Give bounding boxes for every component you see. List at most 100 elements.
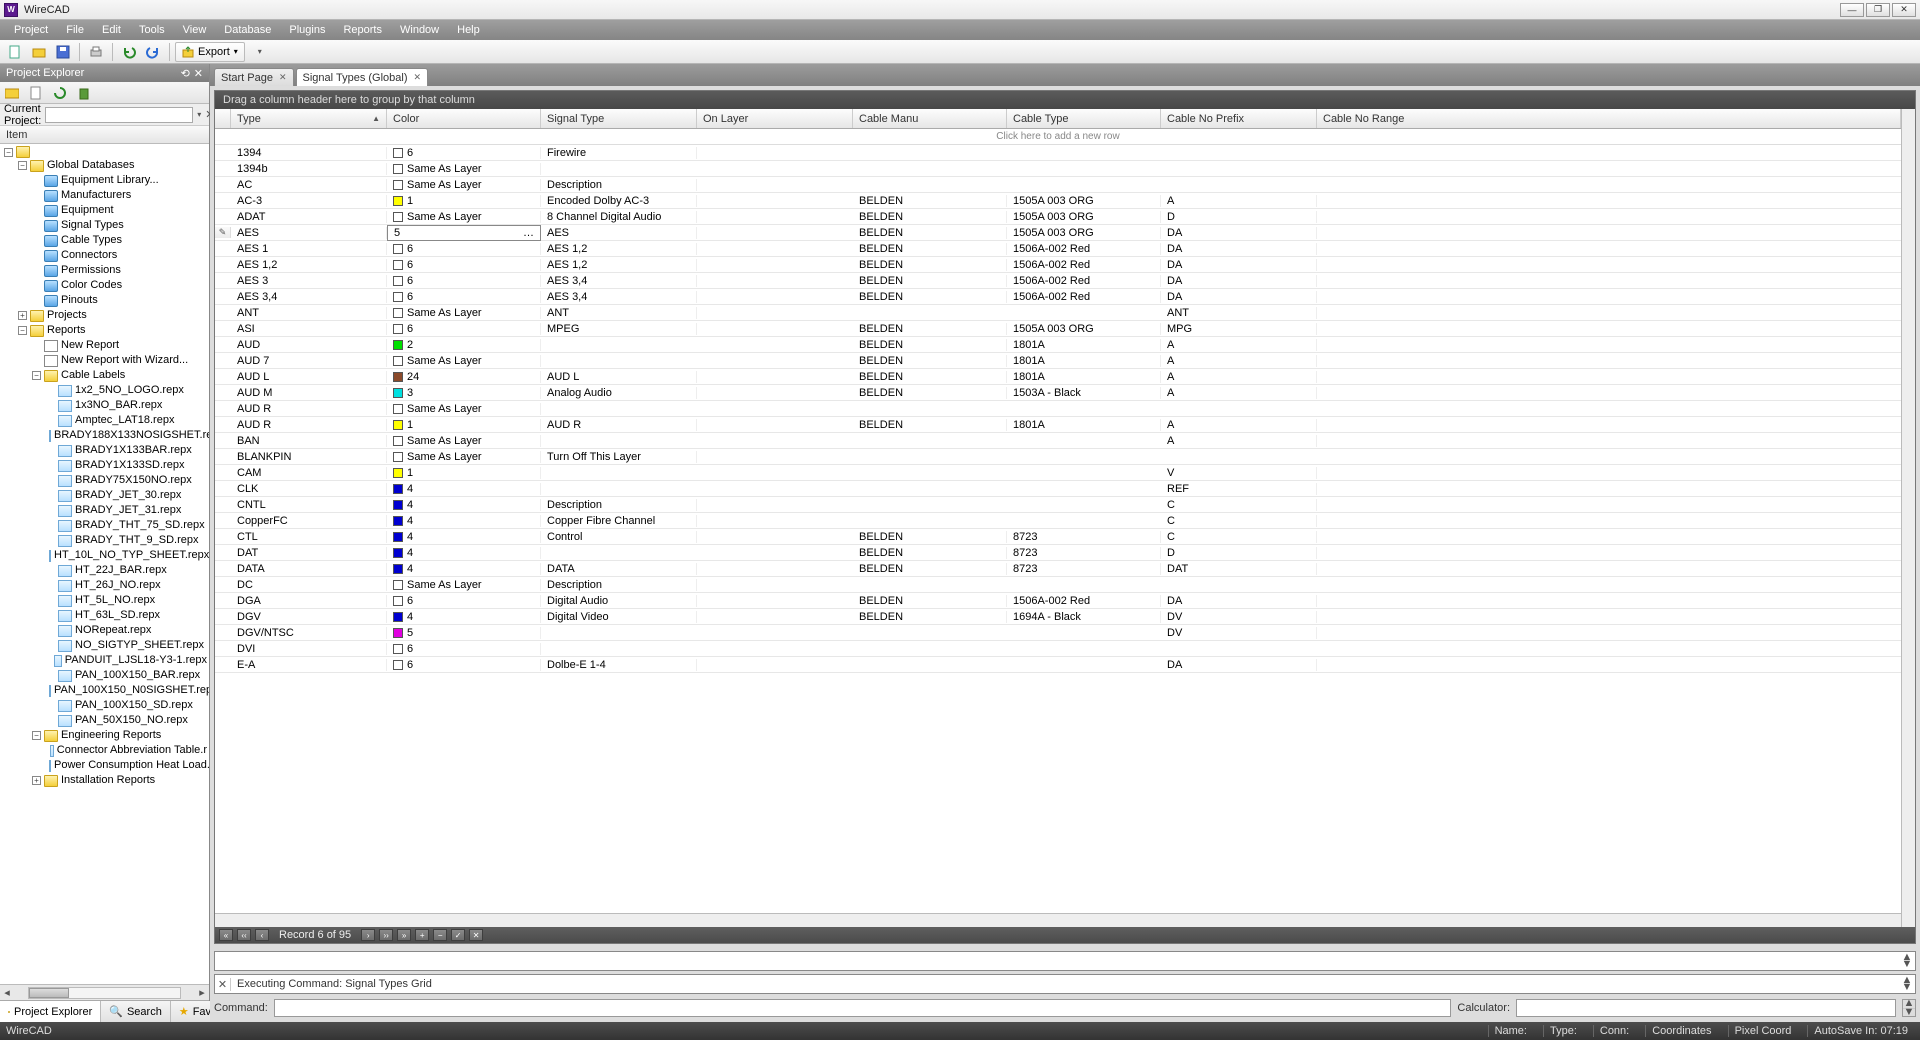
scroll-arrows-icon[interactable]: ▲▼ bbox=[1899, 977, 1915, 991]
tree-file-brady188x133nosigshet-repx[interactable]: BRADY188X133NOSIGSHET.repx bbox=[44, 428, 209, 443]
cell[interactable]: Description bbox=[541, 179, 697, 191]
cell[interactable]: D bbox=[1161, 547, 1317, 559]
cell[interactable]: CLK bbox=[231, 483, 387, 495]
cell[interactable]: DA bbox=[1161, 291, 1317, 303]
table-row[interactable]: 1394bSame As Layer bbox=[215, 161, 1901, 177]
cell[interactable]: AES 1,2 bbox=[541, 259, 697, 271]
cell[interactable]: AES 3,4 bbox=[541, 275, 697, 287]
cell[interactable]: BLANKPIN bbox=[231, 451, 387, 463]
redo-icon[interactable] bbox=[142, 42, 164, 62]
tree-installation-reports[interactable]: +Installation Reports bbox=[30, 773, 209, 788]
cell[interactable]: Control bbox=[541, 531, 697, 543]
tree-reports[interactable]: −Reports bbox=[16, 323, 209, 338]
col-header-type[interactable]: Type▲ bbox=[231, 109, 387, 128]
cell[interactable]: BELDEN bbox=[853, 563, 1007, 575]
table-row[interactable]: AC-31Encoded Dolby AC-3BELDEN1505A 003 O… bbox=[215, 193, 1901, 209]
grid-body[interactable]: 13946Firewire1394bSame As LayerACSame As… bbox=[215, 145, 1901, 913]
cell[interactable]: DGV bbox=[231, 611, 387, 623]
tree-file-ht-10l-no-typ-sheet-repx[interactable]: HT_10L_NO_TYP_SHEET.repx bbox=[44, 548, 209, 563]
scroll-arrows-icon[interactable]: ▲▼ bbox=[1899, 954, 1915, 968]
cell-color[interactable]: 4 bbox=[387, 499, 541, 511]
tree-file-1x2-5no-logo-repx[interactable]: 1x2_5NO_LOGO.repx bbox=[44, 383, 209, 398]
nav-prev-icon[interactable]: ‹ bbox=[255, 929, 269, 941]
cell[interactable]: A bbox=[1161, 387, 1317, 399]
print-icon[interactable] bbox=[85, 42, 107, 62]
cell[interactable]: AES 3,4 bbox=[541, 291, 697, 303]
cell[interactable]: V bbox=[1161, 467, 1317, 479]
cell[interactable]: AES bbox=[231, 227, 387, 239]
export-button[interactable]: Export ▾ bbox=[175, 42, 245, 62]
cell[interactable]: Digital Video bbox=[541, 611, 697, 623]
cell-color[interactable]: 5… bbox=[387, 225, 541, 241]
cell[interactable]: Digital Audio bbox=[541, 595, 697, 607]
cell[interactable]: AC-3 bbox=[231, 195, 387, 207]
tree-file-pan-100x150-bar-repx[interactable]: PAN_100X150_BAR.repx bbox=[44, 668, 209, 683]
nav-next-page-icon[interactable]: ›› bbox=[379, 929, 393, 941]
cell-color[interactable]: Same As Layer bbox=[387, 435, 541, 447]
tree-item-cable-types[interactable]: Cable Types bbox=[30, 233, 209, 248]
close-icon[interactable]: ✕ bbox=[279, 72, 287, 83]
cell[interactable]: DAT bbox=[231, 547, 387, 559]
cell[interactable]: AUD R bbox=[231, 403, 387, 415]
cell[interactable]: BELDEN bbox=[853, 611, 1007, 623]
cell-color[interactable]: 6 bbox=[387, 659, 541, 671]
cell[interactable]: Description bbox=[541, 579, 697, 591]
tree-item-pinouts[interactable]: Pinouts bbox=[30, 293, 209, 308]
tree-file-brady-tht-9-sd-repx[interactable]: BRADY_THT_9_SD.repx bbox=[44, 533, 209, 548]
tree-file-pan-100x150-sd-repx[interactable]: PAN_100X150_SD.repx bbox=[44, 698, 209, 713]
nav-first-icon[interactable]: « bbox=[219, 929, 233, 941]
cell[interactable]: AUD R bbox=[231, 419, 387, 431]
undo-icon[interactable] bbox=[118, 42, 140, 62]
cell[interactable]: DC bbox=[231, 579, 387, 591]
tree-global-databases[interactable]: −Global Databases bbox=[16, 158, 209, 173]
cell-color[interactable]: 6 bbox=[387, 323, 541, 335]
cell[interactable]: AES bbox=[541, 227, 697, 239]
cell[interactable]: A bbox=[1161, 195, 1317, 207]
cell-color[interactable]: 6 bbox=[387, 275, 541, 287]
cell-color[interactable]: Same As Layer bbox=[387, 355, 541, 367]
delete-icon[interactable] bbox=[76, 85, 92, 101]
cell[interactable]: AUD bbox=[231, 339, 387, 351]
cell[interactable]: Analog Audio bbox=[541, 387, 697, 399]
tree-file-brady-jet-30-repx[interactable]: BRADY_JET_30.repx bbox=[44, 488, 209, 503]
col-header-cable-no-prefix[interactable]: Cable No Prefix bbox=[1161, 109, 1317, 128]
cell[interactable]: C bbox=[1161, 531, 1317, 543]
table-row[interactable]: AES 1,26AES 1,2BELDEN1506A-002 RedDA bbox=[215, 257, 1901, 273]
table-row[interactable]: ASI6MPEGBELDEN1505A 003 ORGMPG bbox=[215, 321, 1901, 337]
cell-color[interactable]: 6 bbox=[387, 259, 541, 271]
cell[interactable]: AES 3,4 bbox=[231, 291, 387, 303]
panel-close-icon[interactable]: ✕ bbox=[194, 67, 203, 80]
cell-color[interactable]: 4 bbox=[387, 531, 541, 543]
command-input[interactable] bbox=[274, 999, 1452, 1017]
cell-color[interactable]: 1 bbox=[387, 467, 541, 479]
table-row[interactable]: AES 3,46AES 3,4BELDEN1506A-002 RedDA bbox=[215, 289, 1901, 305]
nav-check-icon[interactable]: ✓ bbox=[451, 929, 465, 941]
table-row[interactable]: DGV4Digital VideoBELDEN1694A - BlackDV bbox=[215, 609, 1901, 625]
cell[interactable]: AUD R bbox=[541, 419, 697, 431]
cell-color[interactable]: Same As Layer bbox=[387, 163, 541, 175]
tree-item-connectors[interactable]: Connectors bbox=[30, 248, 209, 263]
table-row[interactable]: DGV/NTSC5DV bbox=[215, 625, 1901, 641]
cell[interactable]: BELDEN bbox=[853, 227, 1007, 239]
table-row[interactable]: AUD M3Analog AudioBELDEN1503A - BlackA bbox=[215, 385, 1901, 401]
grid-v-scrollbar[interactable] bbox=[1901, 109, 1915, 927]
cell-color[interactable]: 6 bbox=[387, 243, 541, 255]
minimize-button[interactable]: — bbox=[1840, 3, 1864, 17]
cell[interactable]: ANT bbox=[231, 307, 387, 319]
col-header-cable-type[interactable]: Cable Type bbox=[1007, 109, 1161, 128]
table-row[interactable]: AUD R1AUD RBELDEN1801AA bbox=[215, 417, 1901, 433]
cell-color[interactable]: Same As Layer bbox=[387, 403, 541, 415]
cell-color[interactable]: 1 bbox=[387, 419, 541, 431]
menu-database[interactable]: Database bbox=[216, 22, 279, 38]
cell[interactable]: A bbox=[1161, 371, 1317, 383]
cell[interactable]: Description bbox=[541, 499, 697, 511]
menu-help[interactable]: Help bbox=[449, 22, 488, 38]
table-row[interactable]: AUD2BELDEN1801AA bbox=[215, 337, 1901, 353]
cell[interactable]: DA bbox=[1161, 243, 1317, 255]
cell[interactable]: MPG bbox=[1161, 323, 1317, 335]
dropdown-icon[interactable]: ▾ bbox=[197, 110, 201, 119]
cell[interactable]: 1506A-002 Red bbox=[1007, 595, 1161, 607]
tree-file-pan-100x150-n0sigshet-repx[interactable]: PAN_100X150_N0SIGSHET.repx bbox=[44, 683, 209, 698]
menu-plugins[interactable]: Plugins bbox=[281, 22, 333, 38]
tree-file-power-consumption-heat-load-[interactable]: Power Consumption Heat Load. bbox=[44, 758, 209, 773]
